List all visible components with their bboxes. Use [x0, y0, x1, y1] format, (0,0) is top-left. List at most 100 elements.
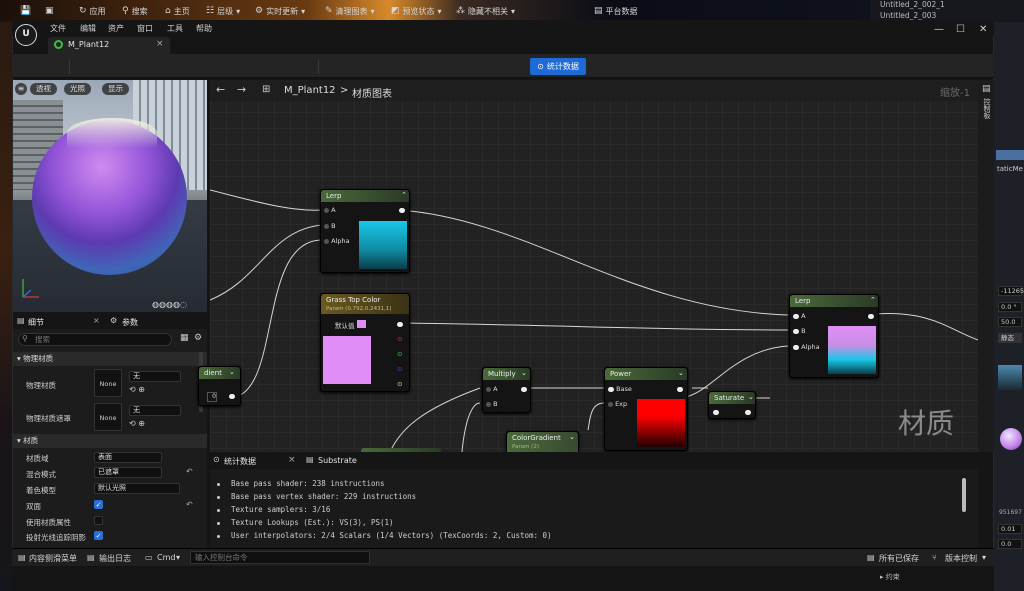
two-sided-checkbox[interactable]: ✓ [94, 500, 103, 509]
pin-b[interactable]: B [486, 400, 498, 408]
pin-base[interactable]: Base [608, 385, 632, 393]
chevron-down-icon[interactable]: ▾ [176, 553, 180, 562]
live-update-button[interactable]: ⚙ 实时更新 ▾ [255, 4, 305, 18]
shading-model-combo[interactable]: 默认光照 [94, 483, 180, 494]
clean-graph-button[interactable]: ✎ 清理图表 ▾ [325, 4, 375, 18]
lerp-node[interactable]: Lerp A B Alpha ⌃ [320, 189, 410, 273]
grid-view-icon[interactable]: ▦ [180, 333, 189, 343]
collapse-icon[interactable]: ⌄ [748, 393, 754, 401]
multiply-node[interactable]: Multiply ⌄ A B [482, 367, 531, 413]
search-button[interactable]: ⚲ 搜索 [122, 4, 148, 18]
menu-window[interactable]: 窗口 [137, 23, 153, 34]
scale-field[interactable]: 50.0 [998, 317, 1022, 327]
blend-mode-combo[interactable]: 已遮罩 [94, 467, 162, 478]
location-field[interactable]: -112650 [998, 286, 1024, 296]
pin-a[interactable]: A [324, 206, 336, 214]
cast-raytraced-shadows-checkbox[interactable]: ✓ [94, 531, 103, 540]
collapse-icon[interactable]: ⌃ [401, 191, 407, 199]
menu-file[interactable]: 文件 [50, 23, 66, 34]
value-field[interactable]: 0.01 [998, 524, 1022, 534]
menu-asset[interactable]: 资产 [108, 23, 124, 34]
forward-arrow-icon[interactable]: → [237, 83, 246, 96]
section-material[interactable]: ▾ 材质 [13, 434, 207, 448]
grass-top-color-node[interactable]: Grass Top Color Param (0.792,0.2431,1) 默… [320, 293, 410, 392]
close-icon[interactable]: × [288, 455, 296, 465]
gradient-node-partial[interactable]: dient ⌄ 0 [198, 366, 241, 406]
constraint-section[interactable]: ▸ 约束 [880, 572, 900, 582]
show-button[interactable]: 显示 [102, 83, 129, 95]
pin-b[interactable]: B [324, 222, 336, 230]
output-pin[interactable] [399, 206, 405, 214]
preview-state-button[interactable]: ◩ 预览状态 ▾ [391, 4, 442, 18]
value-field[interactable]: 0.0 [998, 539, 1022, 549]
pin-b[interactable]: B [793, 327, 806, 335]
output-pin[interactable] [745, 408, 751, 416]
output-pin[interactable] [521, 385, 527, 393]
lerp-node[interactable]: Lerp ⌃ A B Alpha [789, 294, 879, 378]
color-gradient-node[interactable]: ColorGradient Param (2) ⌄ [506, 431, 579, 453]
content-drawer-button[interactable]: 内容侧滑菜单 [29, 553, 77, 564]
asset-picker-icons[interactable]: ⟲ ⊕ [129, 419, 145, 428]
version-control-button[interactable]: 版本控制 [945, 553, 977, 564]
minimize-button[interactable]: — [934, 24, 944, 35]
save-all-status[interactable]: 所有已保存 [879, 553, 919, 564]
asset-picker-icons[interactable]: ⟲ ⊕ [129, 385, 145, 394]
menu-tools[interactable]: 工具 [167, 23, 183, 34]
tab-stats[interactable]: 统计数据 [224, 456, 256, 467]
output-pin-b[interactable]: ⊙ [397, 365, 402, 373]
output-pin-g[interactable]: ⊙ [397, 350, 402, 358]
reset-icon[interactable]: ↶ [186, 467, 193, 476]
palette-icon[interactable]: ▤ [982, 84, 991, 94]
phys-mat-combo[interactable]: 无 [129, 371, 181, 382]
collapse-icon[interactable]: ⌄ [678, 369, 684, 377]
phys-mat-thumbnail[interactable]: None [94, 369, 122, 397]
unreal-logo-icon[interactable]: U [15, 24, 37, 46]
pin-exp[interactable]: Exp [608, 400, 627, 408]
output-log-button[interactable]: 输出日志 [99, 553, 131, 564]
console-command-input[interactable]: 输入控制台命令 [190, 551, 370, 564]
collapse-icon[interactable]: ⌃ [870, 296, 876, 304]
cmd-dropdown[interactable]: Cmd [157, 553, 175, 562]
menu-edit[interactable]: 编辑 [80, 23, 96, 34]
rotation-field[interactable]: 0.0 ° [998, 302, 1022, 312]
section-physical-material[interactable]: ▾ 物理材质 [13, 352, 207, 366]
tab-details[interactable]: 细节 [28, 317, 44, 328]
collapse-icon[interactable]: ⌄ [229, 368, 235, 376]
saturate-node[interactable]: Saturate ⌄ [708, 391, 756, 419]
close-icon[interactable]: × [93, 316, 100, 325]
gear-icon[interactable]: ⚙ [194, 333, 202, 343]
output-pin-rgb[interactable] [397, 320, 403, 328]
collapse-icon[interactable]: ⌄ [521, 369, 527, 377]
output-pin[interactable] [868, 312, 874, 320]
back-arrow-icon[interactable]: ← [216, 83, 225, 96]
platform-stats-button[interactable]: ▤ 平台数据 [594, 4, 638, 18]
home-button[interactable]: ⌂ 主页 [165, 4, 190, 18]
phys-mask-thumbnail[interactable]: None [94, 403, 122, 431]
maximize-button[interactable]: ☐ [956, 24, 965, 35]
input-pin[interactable] [713, 408, 719, 416]
pin-alpha[interactable]: Alpha [793, 343, 820, 351]
details-search-input[interactable]: 搜索 [18, 333, 172, 346]
menu-help[interactable]: 帮助 [196, 23, 212, 34]
output-pin-a[interactable]: ⊙ [397, 380, 402, 388]
stats-scrollbar[interactable] [962, 478, 966, 512]
apply-button[interactable]: ↻ 应用 [79, 4, 106, 18]
output-pin[interactable] [677, 385, 683, 393]
browse-button[interactable]: ▣ [45, 4, 54, 18]
material-domain-combo[interactable]: 表面 [94, 452, 162, 463]
default-value-swatch[interactable] [357, 320, 366, 328]
palette-tab[interactable]: 控制板 [982, 98, 992, 119]
output-pin[interactable] [229, 392, 235, 400]
stats-button[interactable]: ⊙ 统计数据 [530, 58, 586, 75]
perspective-button[interactable]: 透视 [30, 83, 57, 95]
tab-close-icon[interactable]: × [156, 39, 164, 49]
save-button[interactable]: 💾 [20, 4, 31, 18]
collapse-icon[interactable]: ⌄ [569, 433, 575, 441]
chevron-down-icon[interactable]: ▾ [982, 553, 986, 562]
use-attributes-checkbox[interactable] [94, 516, 103, 525]
breadcrumb-asset[interactable]: M_Plant12 [284, 85, 336, 96]
pin-alpha[interactable]: Alpha [324, 237, 350, 245]
pin-a[interactable]: A [486, 385, 498, 393]
reset-icon[interactable]: ↶ [186, 500, 193, 509]
hide-unrelated-button[interactable]: ⁂ 隐藏不相关 ▾ [456, 4, 515, 18]
